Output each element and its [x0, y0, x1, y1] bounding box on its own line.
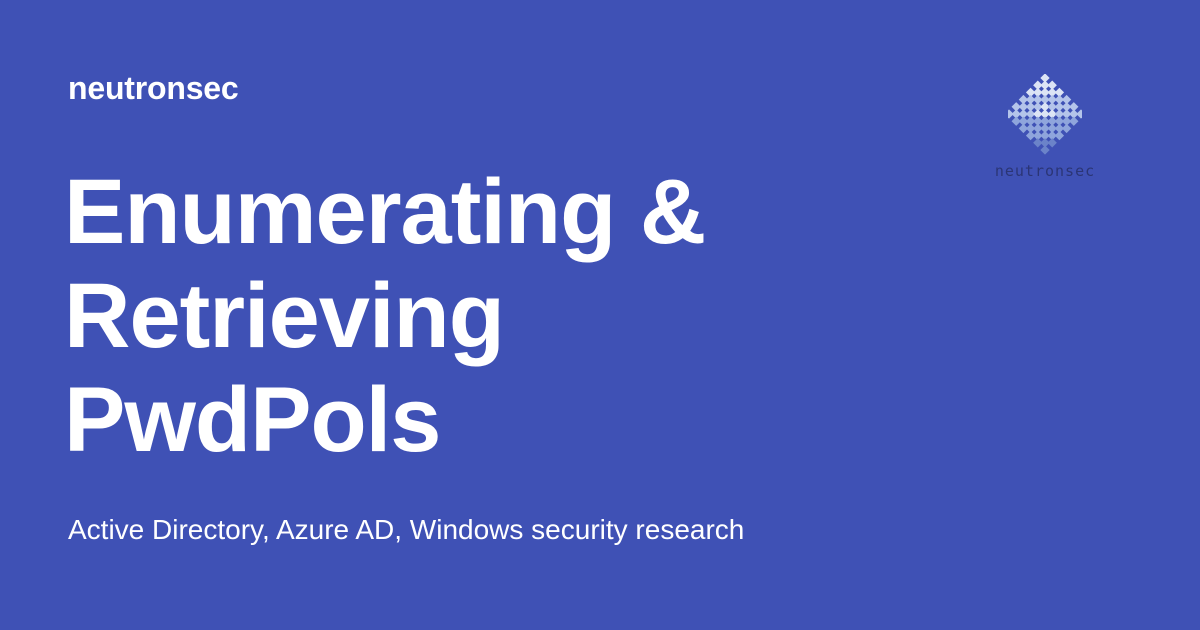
page-title-line: PwdPols — [64, 369, 441, 471]
page-description: Active Directory, Azure AD, Windows secu… — [68, 514, 745, 545]
logo-wordmark: neutronsec — [994, 162, 1096, 180]
page-title: Enumerating & Retrieving PwdPols — [64, 160, 964, 472]
diamond-grid-logo-icon — [1008, 74, 1082, 155]
neutronsec-logo: neutronsec — [986, 74, 1104, 184]
site-name: neutronsec — [68, 70, 239, 106]
page-title-line: Enumerating & — [64, 161, 706, 263]
page-title-line: Retrieving — [64, 265, 505, 367]
